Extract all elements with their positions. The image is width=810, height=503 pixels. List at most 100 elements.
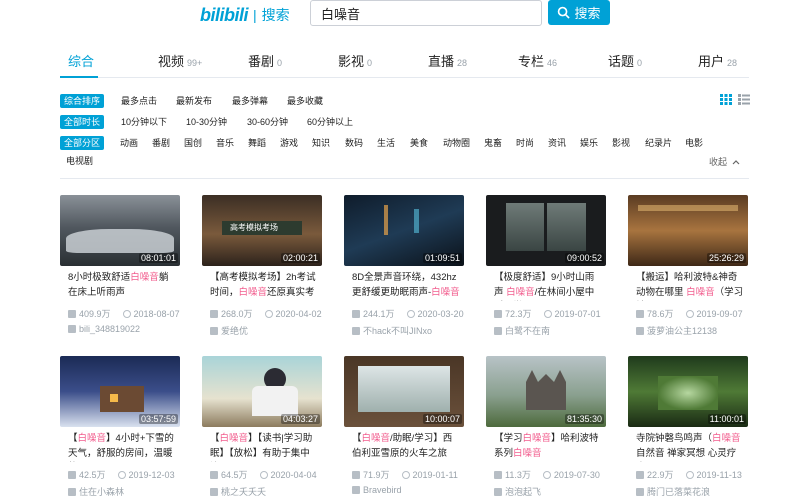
video-thumbnail[interactable]: 08:01:01 [60,195,180,266]
video-card[interactable]: 高考模拟考场 02:00:21 【高考模拟考场】2h考试时间，白噪音还原真实考场… [202,195,322,345]
zone-option[interactable]: 时尚 [516,136,534,150]
duration-option[interactable]: 30-60分钟 [247,115,288,129]
tab-film[interactable]: 影视 0 [338,51,372,70]
zone-option[interactable]: 鬼畜 [484,136,502,150]
video-card[interactable]: 11:00:01 寺院钟磬鸟鸣声（白噪音 自然音 禅家冥想 心灵疗愈) 22.9… [628,356,748,503]
video-title[interactable]: 【极度舒适】9小时山雨声 白噪音/在林间小屋中听雨学 [494,271,602,301]
zone-option[interactable]: 电影 [685,136,703,150]
video-thumbnail[interactable]: 04:03:27 [202,356,322,427]
video-card[interactable]: 09:00:52 【极度舒适】9小时山雨声 白噪音/在林间小屋中听雨学 72.3… [486,195,606,345]
tab-all[interactable]: 综合 [68,51,94,70]
uploader-icon [210,326,218,335]
uploader-name: bili_348819022 [79,324,141,334]
zone-option[interactable]: 国创 [184,136,202,150]
tab-live[interactable]: 直播 28 [428,51,467,70]
video-meta: 71.9万 2019-01-11 [352,468,458,481]
order-option[interactable]: 最多点击 [121,94,157,108]
zone-option[interactable]: 纪录片 [645,136,672,150]
video-card[interactable]: 04:03:27 【白噪音】【读书|学习助眠】【放松】有助于集中注 64.5万 2… [202,356,322,503]
zone-option[interactable]: 番剧 [152,136,170,150]
bilibili-logo[interactable]: bilibili | 搜索 [200,4,290,26]
collapse-filters-button[interactable]: 收起 [709,155,740,168]
clock-icon [122,309,131,318]
order-option[interactable]: 最多收藏 [287,94,323,108]
video-thumbnail[interactable]: 25:26:29 [628,195,748,266]
video-thumbnail[interactable]: 03:57:59 [60,356,180,427]
video-thumbnail[interactable]: 10:00:07 [344,356,464,427]
grid-view-icon[interactable] [720,94,732,105]
video-title[interactable]: 【白噪音/助眠/学习】西伯利亚雪原的火车之旅 [352,432,460,462]
duration-option[interactable]: 10-30分钟 [186,115,227,129]
video-thumbnail[interactable]: 81:35:30 [486,356,606,427]
video-card[interactable]: 08:01:01 8小时极致舒适白噪音躺在床上听雨声 409.9万 2018-08… [60,195,180,345]
video-title[interactable]: 8D全景声音环绕，432hz更舒缓更助眠雨声-白噪音 [352,271,460,301]
zone-option[interactable]: 生活 [377,136,395,150]
video-thumbnail[interactable]: 09:00:52 [486,195,606,266]
order-option[interactable]: 综合排序 [60,94,105,108]
zone-option[interactable]: 舞蹈 [248,136,266,150]
uploader[interactable]: 桃之夭夭夭 [210,485,266,498]
uploader[interactable]: 腾门已落菜花浪 [636,485,710,498]
video-card[interactable]: 81:35:30 【学习白噪音】哈利波特系列白噪音 11.3万 2019-07-3… [486,356,606,503]
uploader[interactable]: 住在小森林 [68,485,124,498]
play-count: 72.3万 [505,309,532,319]
search-button[interactable]: 搜索 [548,0,610,25]
uploader[interactable]: 白鹭不在南 [494,324,550,337]
play-count: 78.6万 [647,309,674,319]
upload-date: 2019-07-01 [554,308,601,319]
zone-option[interactable]: 美食 [410,136,428,150]
video-duration: 08:01:01 [138,253,178,263]
zone-option[interactable]: 动物圈 [443,136,470,150]
tab-bangumi[interactable]: 番剧 0 [248,51,282,70]
zone-option[interactable]: 游戏 [280,136,298,150]
zone-option[interactable]: 数码 [345,136,363,150]
uploader[interactable]: bili_348819022 [68,324,140,334]
video-meta: 64.5万 2020-04-04 [210,468,317,481]
video-title[interactable]: 【高考模拟考场】2h考试时间，白噪音还原真实考场环 [210,271,318,301]
uploader[interactable]: 爱绝优 [210,324,248,337]
video-meta: 42.5万 2019-12-03 [68,468,175,481]
title-text: 8小时极致舒适 [68,272,131,283]
order-option[interactable]: 最新发布 [176,94,212,108]
uploader[interactable]: Bravebird [352,485,402,495]
tab-video[interactable]: 视频 99+ [158,51,202,70]
video-card[interactable]: 10:00:07 【白噪音/助眠/学习】西伯利亚雪原的火车之旅 71.9万 201… [344,356,464,503]
uploader[interactable]: 不hack不叫JINxo [352,324,432,337]
zone-option[interactable]: 影视 [612,136,630,150]
video-duration: 04:03:27 [280,414,320,424]
order-option[interactable]: 最多弹幕 [232,94,268,108]
tab-user[interactable]: 用户 28 [698,51,737,70]
keyword-highlight: 白噪音 [513,447,542,459]
tab-topic[interactable]: 话题 0 [608,51,642,70]
zone-option[interactable]: 音乐 [216,136,234,150]
title-text: 自然音 禅家冥想 心灵疗愈) [636,447,737,459]
list-view-icon[interactable] [738,94,750,105]
zone-option[interactable]: 知识 [312,136,330,150]
video-title[interactable]: 寺院钟磬鸟鸣声（白噪音 自然音 禅家冥想 心灵疗愈) [636,432,744,462]
uploader[interactable]: 泡泡起飞 [494,485,541,498]
tab-column[interactable]: 专栏 46 [518,51,557,70]
zone-option[interactable]: 资讯 [548,136,566,150]
uploader[interactable]: 菠萝油公主12138 [636,324,717,337]
video-thumbnail[interactable]: 11:00:01 [628,356,748,427]
zone-option[interactable]: 电视剧 [66,154,93,168]
zone-option[interactable]: 动画 [120,136,138,150]
video-title[interactable]: 【学习白噪音】哈利波特系列白噪音 [494,432,602,462]
video-thumbnail[interactable]: 高考模拟考场 02:00:21 [202,195,322,266]
video-thumbnail[interactable]: 01:09:51 [344,195,464,266]
zone-option[interactable]: 娱乐 [580,136,598,150]
duration-option[interactable]: 10分钟以下 [121,115,167,129]
video-title[interactable]: 【白噪音】【读书|学习助眠】【放松】有助于集中注 [210,432,318,462]
zone-option[interactable]: 全部分区 [60,136,105,150]
search-input[interactable] [310,0,542,26]
video-title[interactable]: 【白噪音】4小时+下雪的天气，舒服的房间，温暖的火 [68,432,176,462]
play-count: 409.9万 [79,309,111,319]
duration-option[interactable]: 全部时长 [60,115,105,129]
duration-option[interactable]: 60分钟以上 [307,115,353,129]
video-card[interactable]: 03:57:59 【白噪音】4小时+下雪的天气，舒服的房间，温暖的火 42.5万… [60,356,180,503]
video-title[interactable]: 【搬运】哈利波特&神奇动物在哪里 白噪音（学习神 [636,271,744,301]
video-card[interactable]: 01:09:51 8D全景声音环绕，432hz更舒缓更助眠雨声-白噪音 244.… [344,195,464,345]
video-card[interactable]: 25:26:29 【搬运】哈利波特&神奇动物在哪里 白噪音（学习神 78.6万 2… [628,195,748,345]
video-title[interactable]: 8小时极致舒适白噪音躺在床上听雨声 [68,271,176,301]
video-duration: 03:57:59 [138,414,178,424]
